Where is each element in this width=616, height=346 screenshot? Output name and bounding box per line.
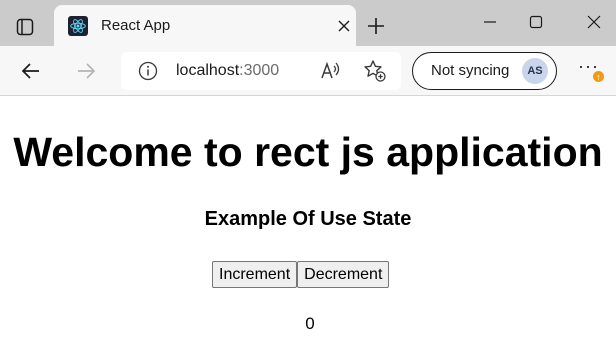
page-subtitle: Example Of Use State <box>204 208 412 230</box>
arrow-right-icon <box>78 63 96 79</box>
info-icon <box>138 61 158 81</box>
increment-button[interactable]: Increment <box>212 261 298 288</box>
page-content: Welcome to rect js application Example O… <box>0 97 616 346</box>
counter-buttons: Increment Decrement <box>212 261 390 288</box>
read-aloud-button[interactable] <box>319 59 343 83</box>
counter-value: 0 <box>305 314 315 333</box>
close-icon <box>587 15 601 29</box>
url-host: localhost <box>176 62 240 79</box>
tab-actions-button[interactable] <box>11 13 39 41</box>
tab-actions-icon <box>16 18 34 36</box>
update-badge: ↑ <box>592 70 605 83</box>
back-button[interactable] <box>17 57 45 85</box>
favorites-add-icon <box>364 60 386 82</box>
plus-icon <box>368 18 384 34</box>
page-title: Welcome to rect js application <box>13 129 603 175</box>
minimize-button[interactable] <box>473 8 507 36</box>
read-aloud-icon <box>321 61 340 79</box>
arrow-left-icon <box>21 63 39 79</box>
window-close-button[interactable] <box>577 8 611 36</box>
close-icon <box>338 20 350 32</box>
active-tab[interactable]: React App <box>54 5 356 46</box>
decrement-button[interactable]: Decrement <box>297 261 390 288</box>
forward-button[interactable] <box>72 57 100 85</box>
site-info-button[interactable] <box>137 60 159 82</box>
url-port: :3000 <box>239 62 280 79</box>
browser-toolbar: localhost:3000 Not syncing AS ··· ↑ <box>0 46 616 96</box>
address-bar[interactable]: localhost:3000 <box>121 52 401 90</box>
react-logo-icon <box>68 16 88 36</box>
minimize-icon <box>484 21 496 23</box>
sync-status-label: Not syncing <box>431 62 510 79</box>
url-text: localhost:3000 <box>176 62 279 80</box>
tab-close-button[interactable] <box>334 16 354 36</box>
avatar: AS <box>522 58 548 84</box>
new-tab-button[interactable] <box>362 12 390 40</box>
maximize-icon <box>529 15 543 29</box>
maximize-button[interactable] <box>519 8 553 36</box>
favorites-button[interactable] <box>363 59 387 83</box>
profile-sync-button[interactable]: Not syncing AS <box>412 52 557 90</box>
tab-strip: React App <box>0 0 616 46</box>
tab-title: React App <box>101 17 171 34</box>
settings-and-more-button[interactable]: ··· ↑ <box>575 57 605 85</box>
